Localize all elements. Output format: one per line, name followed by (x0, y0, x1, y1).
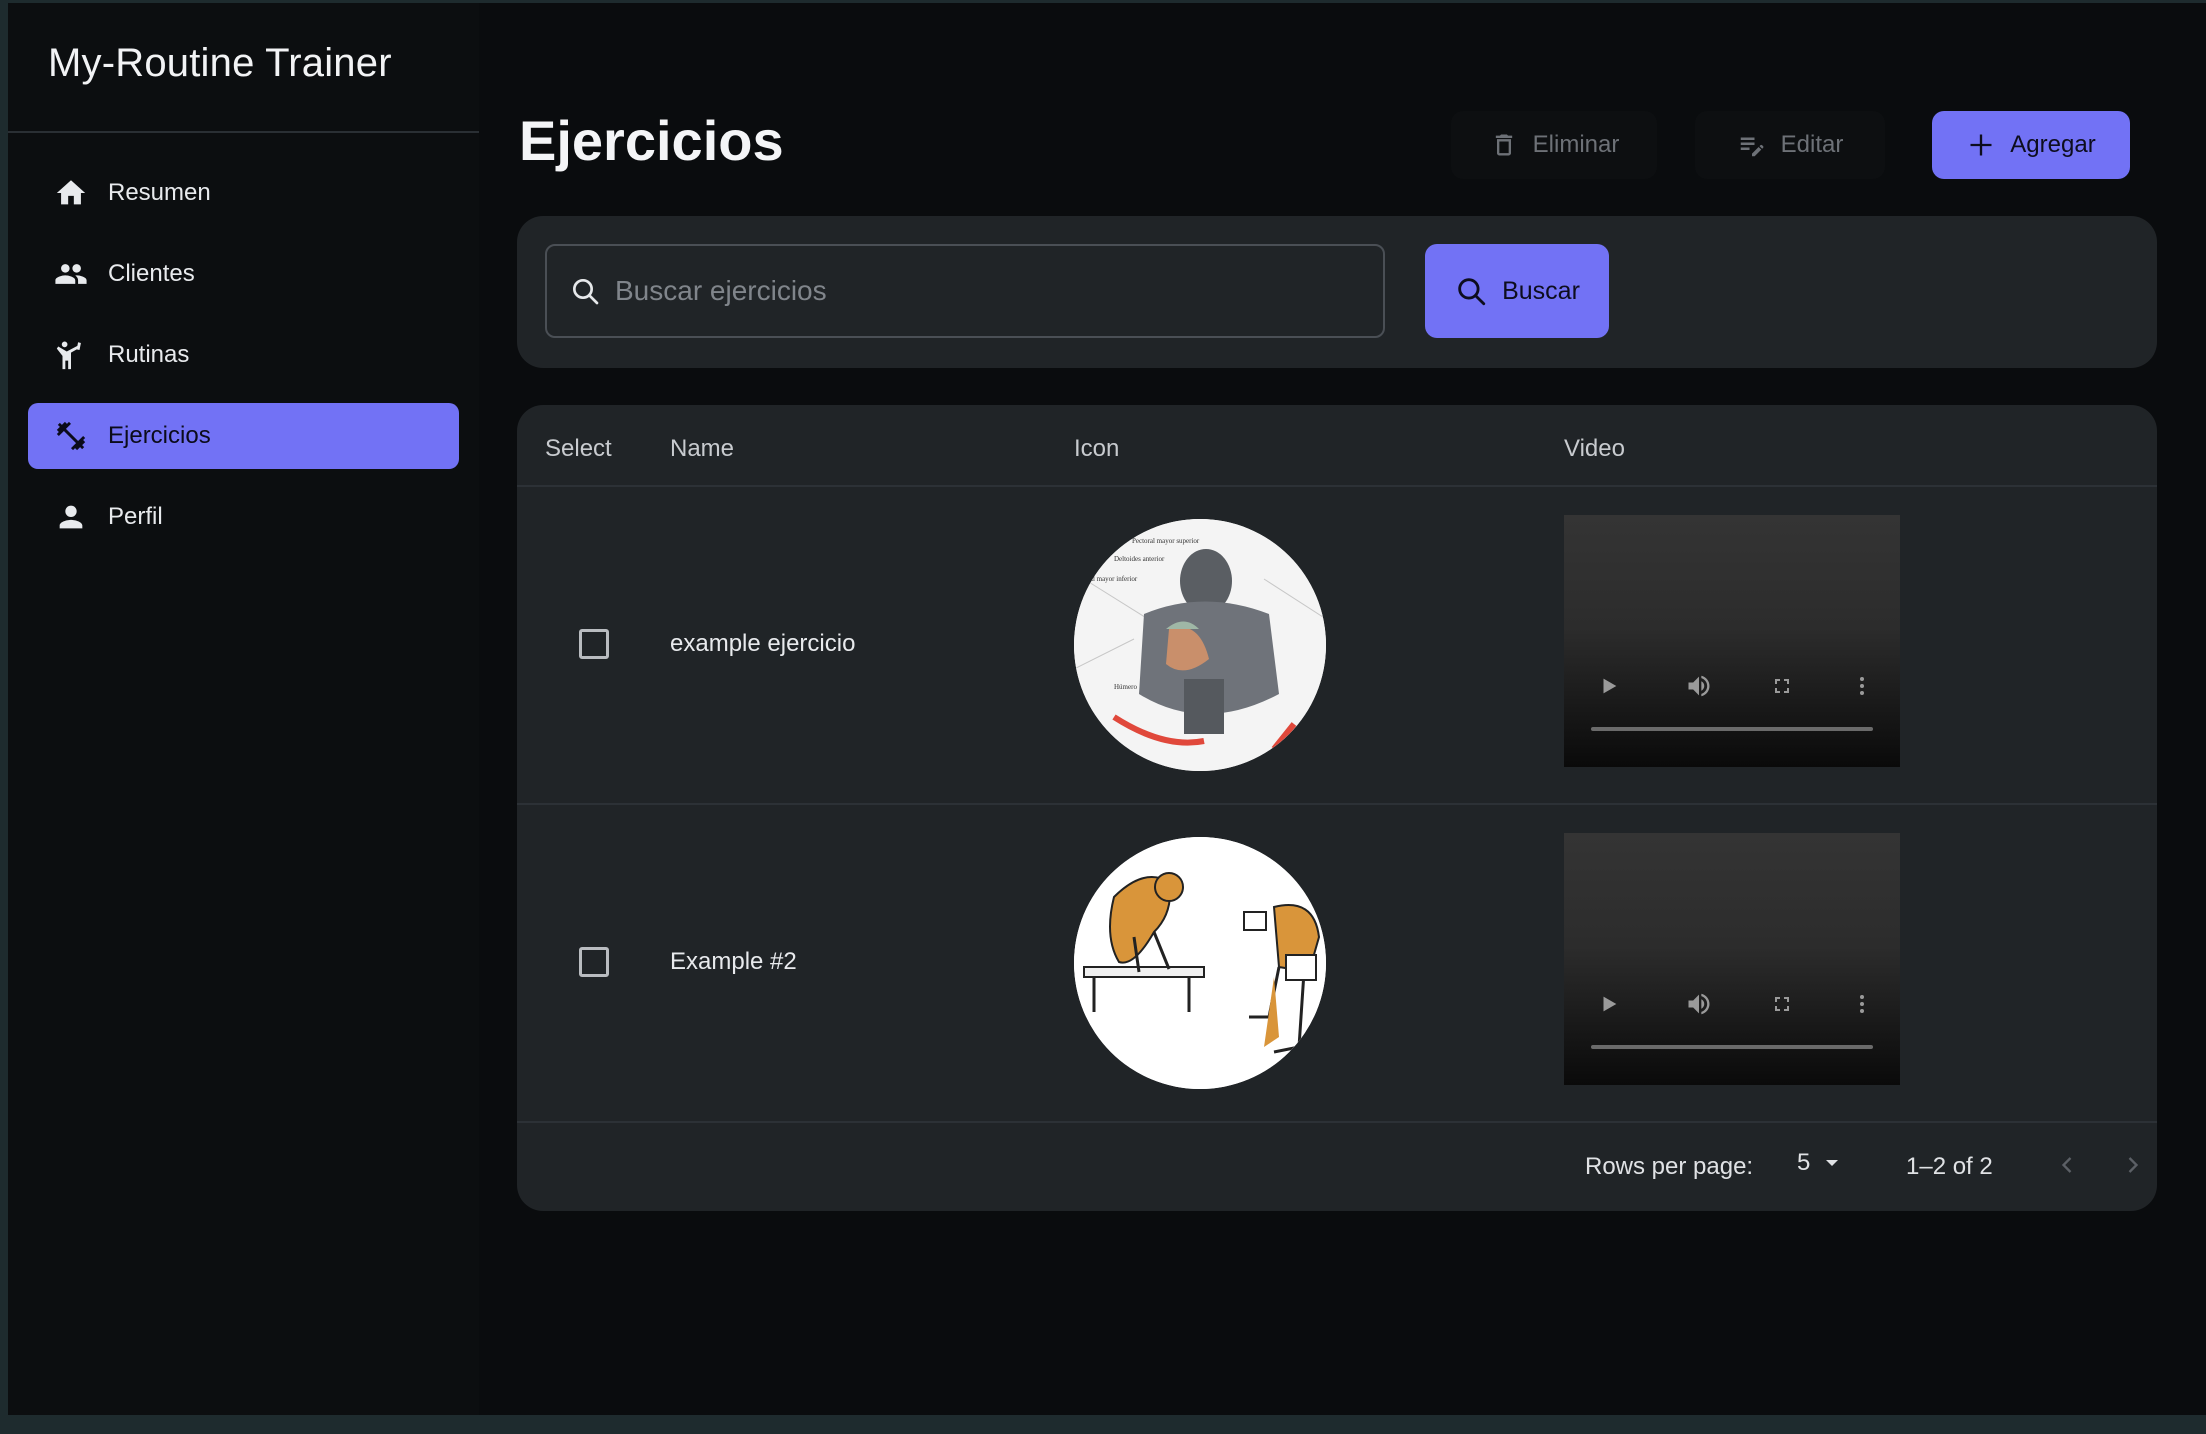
sidebar-item-rutinas[interactable]: Rutinas (28, 322, 459, 388)
video-progress-bar[interactable] (1591, 727, 1873, 731)
table-row[interactable]: example ejercicio Pectoral mayor superio… (517, 487, 2157, 805)
svg-text:Pectoral mayor superior: Pectoral mayor superior (1132, 537, 1200, 545)
rows-per-page-select[interactable]: 5 (1797, 1149, 1844, 1177)
sidebar-nav: Resumen Clientes Rutinas Ejercicios Perf… (28, 160, 459, 565)
rows-per-page-value: 5 (1797, 1149, 1811, 1176)
search-icon (569, 275, 601, 307)
search-button-label: Buscar (1502, 276, 1580, 305)
caret-down-icon (1820, 1151, 1844, 1175)
chevron-left-icon (2061, 1157, 2072, 1173)
more-options-icon[interactable] (1847, 989, 1877, 1019)
sidebar-item-label: Rutinas (108, 341, 190, 368)
people-icon (54, 257, 88, 291)
volume-icon[interactable] (1684, 671, 1714, 701)
fullscreen-icon[interactable] (1767, 671, 1797, 701)
exercise-icon-image: Pectoral mayor superior Deltoides anteri… (1074, 519, 1326, 771)
svg-text:Deltoides anterior: Deltoides anterior (1114, 555, 1165, 563)
add-button-label: Agregar (2010, 131, 2096, 158)
sidebar-item-label: Perfil (108, 503, 163, 530)
search-field[interactable] (545, 244, 1385, 338)
video-player[interactable] (1564, 515, 1900, 767)
edit-button-label: Editar (1780, 131, 1844, 158)
chest-muscle-illustration: Pectoral mayor superior Deltoides anteri… (1074, 519, 1326, 771)
delete-button[interactable]: Eliminar (1451, 111, 1657, 179)
person-icon (54, 500, 88, 534)
column-header-icon[interactable]: Icon (1074, 435, 1119, 463)
window-bottom-edge (8, 1415, 2206, 1423)
search-icon (1454, 274, 1488, 308)
delete-button-label: Eliminar (1532, 131, 1620, 158)
trash-icon (1489, 130, 1519, 160)
footer-divider (517, 1121, 2157, 1123)
page-title: Ejercicios (519, 109, 784, 172)
chevron-right-icon (2128, 1157, 2139, 1173)
dumbbell-icon (54, 419, 88, 453)
volume-icon[interactable] (1684, 989, 1714, 1019)
search-input[interactable] (615, 275, 1375, 307)
svg-text:oral mayor inferior: oral mayor inferior (1084, 575, 1138, 583)
dumbbell-row-illustration (1074, 837, 1326, 1089)
gymnastics-icon (54, 338, 88, 372)
exercise-icon-image (1074, 837, 1326, 1089)
pagination-range: 1–2 of 2 (1906, 1153, 1993, 1180)
add-button[interactable]: Agregar (1932, 111, 2130, 179)
row-select-checkbox[interactable] (579, 947, 609, 977)
column-header-select[interactable]: Select (545, 435, 612, 463)
sidebar-item-perfil[interactable]: Perfil (28, 484, 459, 550)
row-select-checkbox[interactable] (579, 629, 609, 659)
sidebar-item-label: Clientes (108, 260, 195, 287)
exercises-table: Select Name Icon Video example ejercicio (517, 405, 2157, 1211)
edit-note-icon (1737, 130, 1767, 160)
app-title: My-Routine Trainer (48, 41, 392, 85)
video-progress-bar[interactable] (1591, 1045, 1873, 1049)
sidebar-item-ejercicios[interactable]: Ejercicios (28, 403, 459, 469)
rows-per-page-label: Rows per page: (1585, 1153, 1754, 1180)
app-window: My-Routine Trainer Resumen Clientes Ruti… (8, 3, 2206, 1423)
video-player[interactable] (1564, 833, 1900, 1085)
search-card: Buscar (517, 216, 2157, 368)
exercise-name: example ejercicio (670, 630, 856, 657)
fullscreen-icon[interactable] (1767, 989, 1797, 1019)
column-header-name[interactable]: Name (670, 435, 734, 463)
sidebar-item-label: Resumen (108, 179, 211, 206)
sidebar: My-Routine Trainer Resumen Clientes Ruti… (8, 3, 479, 1423)
sidebar-item-resumen[interactable]: Resumen (28, 160, 459, 226)
sidebar-divider (8, 131, 479, 133)
sidebar-item-clientes[interactable]: Clientes (28, 241, 459, 307)
more-options-icon[interactable] (1847, 671, 1877, 701)
table-row[interactable]: Example #2 (517, 805, 2157, 1123)
column-header-video[interactable]: Video (1564, 435, 1625, 463)
play-icon[interactable] (1594, 989, 1624, 1019)
next-page-button[interactable] (2115, 1147, 2151, 1183)
sidebar-item-label: Ejercicios (108, 422, 211, 449)
play-icon[interactable] (1594, 671, 1624, 701)
home-icon (54, 176, 88, 210)
search-button[interactable]: Buscar (1425, 244, 1609, 338)
plus-icon (1966, 130, 1996, 160)
exercise-name: Example #2 (670, 948, 797, 975)
edit-button[interactable]: Editar (1695, 111, 1885, 179)
previous-page-button[interactable] (2049, 1147, 2085, 1183)
svg-text:Húmero: Húmero (1114, 683, 1137, 691)
